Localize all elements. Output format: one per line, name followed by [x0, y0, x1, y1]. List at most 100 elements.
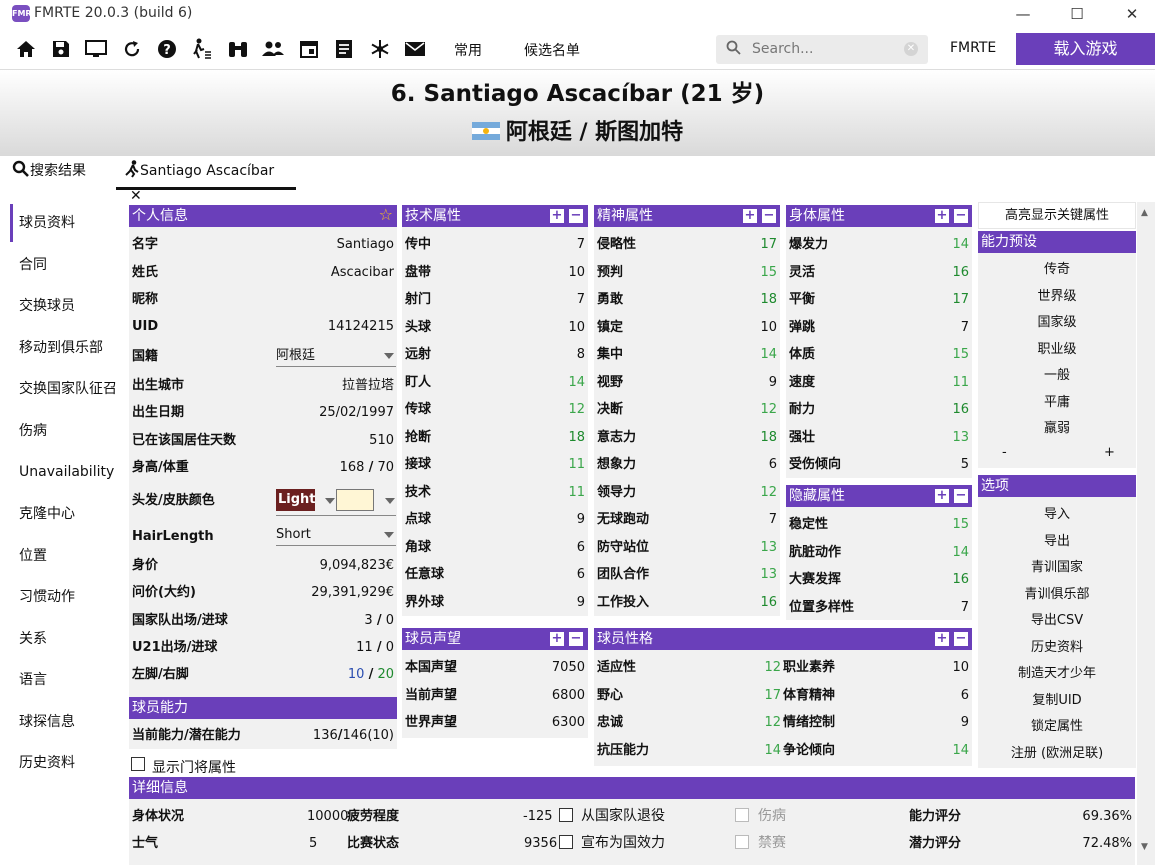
show-gk-attributes-checkbox[interactable] [131, 757, 145, 771]
collapse-minus-icon[interactable]: − [954, 632, 968, 646]
nav-ppms[interactable]: 习惯动作 [10, 578, 120, 616]
attribute-value[interactable]: 16 [952, 259, 969, 286]
attribute-value[interactable]: 11 [952, 369, 969, 396]
personality-value[interactable]: 10 [952, 654, 969, 681]
intl-caps-value[interactable]: 3 / 0 [364, 607, 394, 634]
attribute-value[interactable]: 9 [577, 589, 585, 616]
attribute-value[interactable]: 18 [760, 424, 777, 451]
attribute-value[interactable]: 8 [577, 341, 585, 368]
preset-item[interactable]: 传奇 [978, 257, 1136, 283]
attribute-value[interactable]: 14 [568, 369, 585, 396]
nav-contract[interactable]: 合同 [10, 246, 120, 284]
binoculars-icon[interactable] [225, 36, 251, 62]
nav-swap-callup[interactable]: 交换国家队征召 [10, 370, 120, 408]
fmrte-button[interactable]: FMRTE [950, 40, 996, 56]
nav-relations[interactable]: 关系 [10, 620, 120, 658]
chevron-down-icon[interactable] [385, 498, 395, 504]
attribute-value[interactable]: 12 [760, 396, 777, 423]
nav-history[interactable]: 历史资料 [10, 744, 120, 782]
collapse-minus-icon[interactable]: − [762, 209, 776, 223]
preset-item[interactable]: 一般 [978, 363, 1136, 389]
expand-plus-icon[interactable]: + [935, 209, 949, 223]
collapse-minus-icon[interactable]: − [954, 489, 968, 503]
preset-item[interactable]: 平庸 [978, 390, 1136, 416]
fatigue-value[interactable]: -125 [523, 803, 553, 830]
personality-value[interactable]: 6 [961, 682, 969, 709]
attribute-value[interactable]: 11 [568, 479, 585, 506]
preset-item[interactable]: 职业级 [978, 337, 1136, 363]
nav-injuries[interactable]: 伤病 [10, 412, 120, 450]
nav-player-profile[interactable]: 球员资料 [10, 204, 120, 242]
preset-minus-button[interactable]: - [1002, 445, 1007, 460]
foot-value[interactable]: 10 / 20 [348, 661, 394, 688]
collapse-minus-icon[interactable]: − [569, 632, 583, 646]
favorite-star-icon[interactable]: ☆ [379, 204, 393, 226]
expand-plus-icon[interactable]: + [935, 489, 949, 503]
personality-value[interactable]: 9 [961, 709, 969, 736]
close-icon[interactable]: ✕ [1117, 3, 1147, 25]
maximize-icon[interactable]: ☐ [1062, 3, 1092, 25]
minimize-icon[interactable]: — [1008, 3, 1038, 25]
personality-value[interactable]: 12 [764, 709, 781, 736]
option-item[interactable]: 青训俱乐部 [978, 582, 1136, 608]
match-fitness-value[interactable]: 9356 [524, 830, 557, 857]
attribute-value[interactable]: 15 [952, 511, 969, 538]
chevron-down-icon[interactable] [325, 498, 335, 504]
clear-search-icon[interactable]: ✕ [904, 42, 918, 56]
close-tab-icon[interactable]: ✕ [130, 188, 142, 204]
birth-city-value[interactable]: 拉普拉塔 [342, 372, 394, 399]
expand-plus-icon[interactable]: + [935, 632, 949, 646]
preset-item[interactable]: 世界级 [978, 284, 1136, 310]
attribute-value[interactable]: 17 [952, 286, 969, 313]
search-box[interactable]: Search... ✕ [716, 35, 928, 64]
refresh-icon[interactable] [119, 36, 145, 62]
preset-item[interactable]: 羸弱 [978, 416, 1136, 442]
option-item[interactable]: 复制UID [978, 688, 1136, 714]
value-value[interactable]: 9,094,823€ [320, 552, 394, 579]
attribute-value[interactable]: 14 [760, 341, 777, 368]
nav-languages[interactable]: 语言 [10, 661, 120, 699]
last-name-value[interactable]: Ascacibar [331, 259, 394, 286]
collapse-minus-icon[interactable]: − [954, 209, 968, 223]
attribute-value[interactable]: 13 [760, 534, 777, 561]
option-item[interactable]: 注册 (欧洲足联) [978, 741, 1136, 767]
search-input[interactable]: Search... [752, 41, 813, 57]
common-menu[interactable]: 常用 [454, 40, 482, 60]
nav-swap-player[interactable]: 交换球员 [10, 287, 120, 325]
dob-value[interactable]: 25/02/1997 [319, 399, 394, 426]
attribute-value[interactable]: 11 [568, 451, 585, 478]
option-item[interactable]: 青训国家 [978, 555, 1136, 581]
mail-icon[interactable] [402, 36, 428, 62]
nav-positions[interactable]: 位置 [10, 537, 120, 575]
attribute-value[interactable]: 10 [760, 314, 777, 341]
vertical-scrollbar[interactable]: ▲ ▼ [1137, 202, 1155, 865]
declared-for-nation-checkbox[interactable] [559, 835, 573, 849]
height-weight-value[interactable]: 168 / 70 [340, 454, 394, 481]
injured-checkbox[interactable] [735, 808, 749, 822]
reputation-value[interactable]: 7050 [552, 654, 585, 681]
expand-plus-icon[interactable]: + [743, 209, 757, 223]
scroll-up-icon[interactable]: ▲ [1141, 208, 1148, 218]
first-name-value[interactable]: Santiago [337, 231, 394, 258]
attribute-value[interactable]: 6 [577, 534, 585, 561]
personality-value[interactable]: 14 [764, 737, 781, 764]
monitor-icon[interactable] [83, 36, 109, 62]
tab-search-results[interactable]: 搜索结果 [12, 160, 108, 190]
shortlist-menu[interactable]: 候选名单 [524, 40, 580, 60]
expand-plus-icon[interactable]: + [550, 632, 564, 646]
attribute-value[interactable]: 16 [952, 396, 969, 423]
nav-scout-info[interactable]: 球探信息 [10, 703, 120, 741]
morale-value[interactable]: 5 [309, 830, 317, 857]
attribute-value[interactable]: 15 [952, 341, 969, 368]
option-item[interactable]: 历史资料 [978, 635, 1136, 661]
asking-value[interactable]: 29,391,929€ [311, 579, 394, 606]
ability-value[interactable]: 136/146(10) [313, 722, 394, 749]
attribute-value[interactable]: 5 [961, 451, 969, 478]
attribute-value[interactable]: 16 [952, 566, 969, 593]
attribute-value[interactable]: 15 [760, 259, 777, 286]
preset-item[interactable]: 国家级 [978, 310, 1136, 336]
save-icon[interactable] [48, 36, 74, 62]
document-icon[interactable] [331, 36, 357, 62]
banned-checkbox[interactable] [735, 835, 749, 849]
attribute-value[interactable]: 7 [961, 314, 969, 341]
